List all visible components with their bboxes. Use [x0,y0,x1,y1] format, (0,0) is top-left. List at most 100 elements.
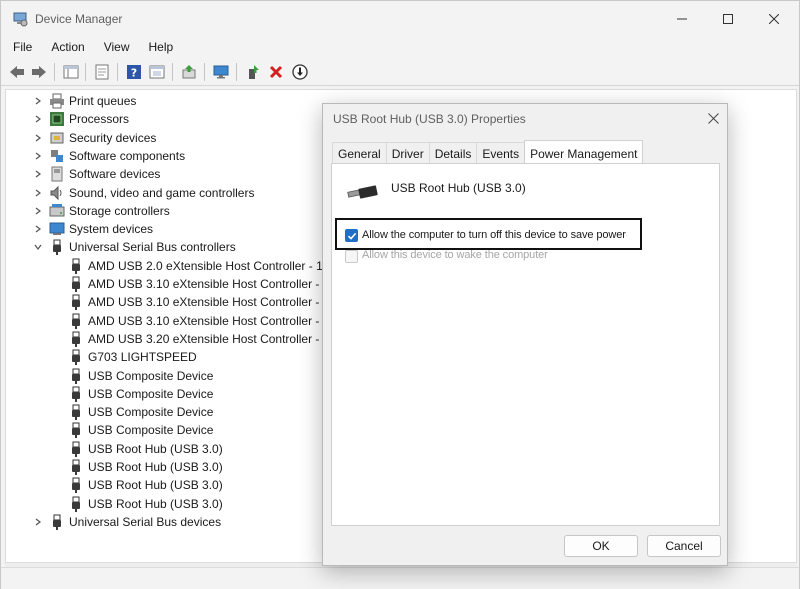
back-icon[interactable] [8,63,26,81]
usb-icon [68,441,84,457]
chevron-right-icon[interactable] [33,92,43,110]
tree-category-label: Storage controllers [69,204,170,218]
tree-category-label: Software components [69,149,185,163]
tab-events[interactable]: Events [476,142,525,164]
tab-details[interactable]: Details [429,142,478,164]
chevron-right-icon[interactable] [33,147,43,165]
tree-category-label: Security devices [69,131,156,145]
tree-item-label: USB Composite Device [88,423,213,437]
close-button[interactable] [751,1,797,37]
allow-wake-checkbox[interactable] [345,250,358,263]
tree-item-label: USB Root Hub (USB 3.0) [88,478,223,492]
usb-icon [68,313,84,329]
tree-item-label: USB Composite Device [88,387,213,401]
device-manager-icon [12,11,28,27]
processor-icon [49,111,65,127]
tree-item-label: AMD USB 2.0 eXtensible Host Controller -… [88,259,326,273]
device-name: USB Root Hub (USB 3.0) [391,181,526,195]
tree-category-label: System devices [69,222,153,236]
forward-icon[interactable] [30,63,48,81]
uninstall-device-icon[interactable] [267,63,285,81]
tree-item-label: USB Composite Device [88,405,213,419]
menu-file[interactable]: File [1,37,39,57]
usb-icon [68,404,84,420]
show-hide-tree-icon[interactable] [62,63,80,81]
tab-driver[interactable]: Driver [386,142,430,164]
title-bar: Device Manager [1,1,799,37]
usb-icon [68,496,84,512]
tree-item-label: AMD USB 3.10 eXtensible Host Controller … [88,277,329,291]
menu-view[interactable]: View [92,37,137,57]
tree-category-label: Software devices [69,167,160,181]
usb-icon [68,477,84,493]
window-title: Device Manager [35,12,122,26]
usb-icon [68,386,84,402]
usb-icon [68,331,84,347]
tree-item-label: AMD USB 3.20 eXtensible Host Controller … [88,332,329,346]
help-icon[interactable]: ? [125,63,143,81]
tree-item-label: AMD USB 3.10 eXtensible Host Controller … [88,295,329,309]
usb-icon [68,258,84,274]
menu-action[interactable]: Action [39,37,91,57]
ok-button[interactable]: OK [564,535,638,557]
menu-bar: File Action View Help [1,37,799,57]
tab-general[interactable]: General [332,142,387,164]
chevron-right-icon[interactable] [33,220,43,238]
dialog-close-icon[interactable] [703,108,723,128]
tree-item-label: USB Root Hub (USB 3.0) [88,497,223,511]
svg-text:?: ? [131,67,137,80]
usb-icon [68,459,84,475]
usb-icon [68,294,84,310]
dialog-title: USB Root Hub (USB 3.0) Properties [333,112,526,126]
usb-icon [68,276,84,292]
usb-icon [68,368,84,384]
minimize-button[interactable] [659,1,705,37]
component-icon [49,148,65,164]
storage-icon [49,203,65,219]
properties-icon[interactable] [93,63,111,81]
printer-icon [49,93,65,109]
usb-icon [49,514,65,530]
usb-icon [68,422,84,438]
usb-icon [49,239,65,255]
enable-device-icon[interactable] [244,63,262,81]
chevron-right-icon[interactable] [33,202,43,220]
usb-icon [68,349,84,365]
tree-category-label: Universal Serial Bus devices [69,515,221,529]
software-device-icon [49,166,65,182]
maximize-button[interactable] [705,1,751,37]
scan-hardware-icon[interactable] [212,63,230,81]
tree-item-label: USB Root Hub (USB 3.0) [88,460,223,474]
tree-item-label: G703 LIGHTSPEED [88,350,197,364]
view-icon[interactable] [148,63,166,81]
disable-device-icon[interactable] [291,63,309,81]
system-icon [49,221,65,237]
speaker-icon [49,185,65,201]
chevron-right-icon[interactable] [33,129,43,147]
power-management-panel: USB Root Hub (USB 3.0) Allow the compute… [331,163,720,526]
menu-help[interactable]: Help [137,37,181,57]
chevron-right-icon[interactable] [33,110,43,128]
dialog-tabs: General Driver Details Events Power Mana… [332,142,642,164]
status-bar [1,567,799,589]
toolbar: ? [1,58,799,86]
chevron-right-icon[interactable] [33,513,43,531]
tree-item-label: USB Root Hub (USB 3.0) [88,442,223,456]
allow-turn-off-label: Allow the computer to turn off this devi… [362,229,626,241]
chevron-down-icon[interactable] [33,238,43,256]
allow-turn-off-checkbox[interactable] [345,229,358,242]
tab-power-management[interactable]: Power Management [524,140,643,163]
chevron-right-icon[interactable] [33,184,43,202]
tree-category-label: Processors [69,112,129,126]
tree-category-label: Universal Serial Bus controllers [69,240,236,254]
tree-item-label: USB Composite Device [88,369,213,383]
tree-category-label: Sound, video and game controllers [69,186,254,200]
cancel-button[interactable]: Cancel [647,535,721,557]
tree-category-label: Print queues [69,94,136,108]
update-driver-icon[interactable] [180,63,198,81]
chevron-right-icon[interactable] [33,165,43,183]
security-icon [49,130,65,146]
properties-dialog: USB Root Hub (USB 3.0) Properties Genera… [322,103,728,566]
allow-wake-label: Allow this device to wake the computer [362,249,548,261]
tree-item-label: AMD USB 3.10 eXtensible Host Controller … [88,314,329,328]
